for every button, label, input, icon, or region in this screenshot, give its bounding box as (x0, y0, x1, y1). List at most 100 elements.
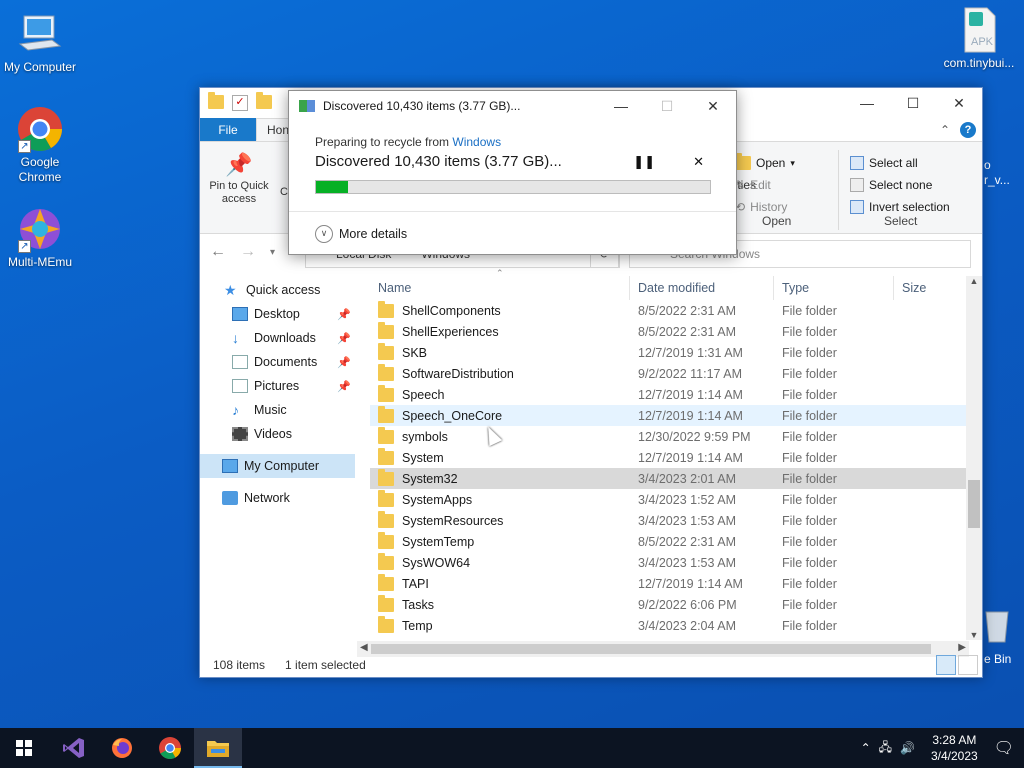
forward-button[interactable]: → (240, 243, 256, 261)
vertical-scroll-thumb[interactable] (968, 480, 980, 528)
minimize-button[interactable]: — (844, 88, 890, 118)
table-row[interactable]: System32 3/4/2023 2:01 AM File folder (370, 468, 966, 489)
sidebar-item-downloads[interactable]: ↓ Downloads 📌 (200, 326, 355, 350)
column-type[interactable]: Type (774, 276, 894, 300)
sidebar-item-desktop[interactable]: Desktop 📌 (200, 302, 355, 326)
source-folder-link[interactable]: Windows (452, 135, 501, 149)
table-row[interactable]: System 12/7/2019 1:14 AM File folder (370, 447, 966, 468)
table-row[interactable]: ShellComponents 8/5/2022 2:31 AM File fold… (370, 300, 966, 321)
help-icon[interactable]: ? (960, 121, 976, 138)
clock-date: 3/4/2023 (930, 749, 978, 763)
sidebar-item-quick-access[interactable]: ★ Quick access (200, 278, 355, 302)
collapse-ribbon-icon[interactable]: ⌃ (940, 123, 950, 137)
scroll-down-arrow[interactable]: ▼ (966, 630, 982, 640)
properties-check-icon[interactable]: ✓ (232, 95, 248, 111)
folder-icon (378, 426, 394, 444)
file-date: 12/7/2019 1:31 AM (638, 345, 743, 360)
table-row[interactable]: Speech 12/7/2019 1:14 AM File folder (370, 384, 966, 405)
table-row[interactable]: TAPI 12/7/2019 1:14 AM File folder (370, 573, 966, 594)
file-date: 3/4/2023 2:01 AM (638, 471, 736, 486)
computer-icon (16, 10, 64, 58)
table-row[interactable]: Speech_OneCore 12/7/2019 1:14 AM File fold… (370, 405, 966, 426)
new-folder-icon[interactable] (256, 92, 272, 111)
taskbar-firefox[interactable] (98, 728, 146, 768)
table-row[interactable]: Tasks 9/2/2022 6:06 PM File folder (370, 594, 966, 615)
file-name: ShellComponents (402, 303, 501, 318)
show-hidden-icons-chevron-icon[interactable]: ⌃ (861, 741, 871, 755)
recent-locations-button[interactable]: ▾ (270, 247, 275, 258)
table-row[interactable]: ShellExperiences 8/5/2022 2:31 AM File fol… (370, 321, 966, 342)
table-row[interactable]: symbols 12/30/2022 9:59 PM File folder (370, 426, 966, 447)
open-button[interactable]: Open ▾ (735, 152, 815, 174)
recycle-progress-dialog: Discovered 10,430 items (3.77 GB)... — ☐… (288, 90, 737, 255)
table-row[interactable]: SoftwareDistribution 9/2/2022 11:17 AM Fil… (370, 363, 966, 384)
scroll-right-arrow[interactable]: ▶ (958, 642, 966, 653)
sidebar-item-network[interactable]: Network (200, 486, 355, 510)
pin-icon: 📌 (225, 152, 253, 177)
dialog-close-button[interactable]: ✕ (690, 91, 736, 121)
file-name: SystemTemp (402, 534, 475, 549)
operation-description: Preparing to recycle from Windows (315, 135, 502, 149)
table-row[interactable]: SystemApps 3/4/2023 1:52 AM File folder (370, 489, 966, 510)
tab-file[interactable]: File (200, 118, 256, 141)
table-row[interactable]: SystemTemp 8/5/2022 2:31 AM File folder (370, 531, 966, 552)
sidebar-item-videos[interactable]: Videos (200, 422, 355, 446)
sidebar-item-documents[interactable]: Documents 📌 (200, 350, 355, 374)
pin-to-quick-access-button[interactable]: 📌 Pin to Quick access (204, 150, 274, 206)
sidebar-item-my-computer[interactable]: My Computer (200, 454, 355, 478)
file-date: 8/5/2022 2:31 AM (638, 324, 736, 339)
taskbar-visual-studio[interactable] (50, 728, 98, 768)
desktop-icon-apk[interactable]: APK com.tinybui... (934, 6, 1024, 71)
desktop-icon-recycle-bin[interactable]: e Bin (980, 600, 1024, 670)
scroll-left-arrow[interactable]: ◀ (360, 642, 368, 653)
back-button[interactable]: ← (210, 243, 226, 261)
sidebar-item-music[interactable]: ♪ Music (200, 398, 355, 422)
dialog-minimize-button[interactable]: — (598, 91, 644, 121)
desktop-icon-google-chrome[interactable]: ↗ Google Chrome (0, 105, 80, 185)
dialog-title: Discovered 10,430 items (3.77 GB)... (323, 99, 521, 113)
scroll-up-arrow[interactable]: ▲ (966, 276, 982, 286)
taskbar-chrome[interactable] (146, 728, 194, 768)
shortcut-arrow-icon: ↗ (18, 240, 31, 253)
table-row[interactable]: SystemResources 3/4/2023 1:53 AM File fold… (370, 510, 966, 531)
folder-icon (378, 384, 394, 402)
select-all-button[interactable]: Select all (850, 152, 970, 174)
apk-file-icon: APK (955, 6, 1003, 54)
taskbar: ⌃ 🖧 🔊 3:28 AM 3/4/2023 🗨 (0, 728, 1024, 768)
file-type: File folder (782, 534, 837, 549)
file-type: File folder (782, 492, 837, 507)
action-center-icon[interactable]: 🗨 (994, 738, 1014, 758)
details-view-button[interactable] (936, 655, 956, 675)
edit-button[interactable]: ✎ Edit (735, 174, 815, 196)
file-rows: ShellComponents 8/5/2022 2:31 AM File fold… (370, 300, 966, 636)
desktop-icon-my-computer[interactable]: My Computer (0, 10, 80, 75)
vertical-scrollbar[interactable]: ▲ ▼ (966, 276, 982, 640)
star-icon: ★ (224, 282, 237, 298)
desktop-icon-multi-memu[interactable]: ↗ Multi-MEmu (0, 205, 80, 270)
column-name[interactable]: Name (370, 276, 630, 300)
network-status-icon[interactable]: 🖧 (879, 738, 892, 759)
close-button[interactable]: ✕ (936, 88, 982, 118)
cancel-icon[interactable]: ✕ (693, 154, 704, 170)
file-name: Tasks (402, 597, 434, 612)
column-date-modified[interactable]: Date modified (630, 276, 774, 300)
table-row[interactable]: SysWOW64 3/4/2023 1:53 AM File folder (370, 552, 966, 573)
start-button[interactable] (0, 728, 48, 768)
more-details-button[interactable]: ∨ More details (289, 211, 736, 255)
clock[interactable]: 3:28 AM 3/4/2023 (931, 732, 978, 764)
select-none-button[interactable]: Select none (850, 174, 970, 196)
large-icons-view-button[interactable] (958, 655, 978, 675)
sidebar-item-pictures[interactable]: Pictures 📌 (200, 374, 355, 398)
volume-icon[interactable]: 🔊 (900, 741, 915, 755)
taskbar-file-explorer[interactable] (194, 728, 242, 768)
file-type: File folder (782, 555, 837, 570)
file-date: 12/7/2019 1:14 AM (638, 576, 743, 591)
column-size[interactable]: Size (894, 276, 966, 300)
table-row[interactable]: SKB 12/7/2019 1:31 AM File folder (370, 342, 966, 363)
file-name: symbols (402, 429, 448, 444)
table-row[interactable]: Temp 3/4/2023 2:04 AM File folder (370, 615, 966, 636)
download-icon: ↓ (232, 330, 239, 346)
pause-icon[interactable]: ❚❚ (633, 154, 655, 170)
maximize-button[interactable]: ☐ (890, 88, 936, 118)
select-group-label: Select (884, 214, 918, 228)
